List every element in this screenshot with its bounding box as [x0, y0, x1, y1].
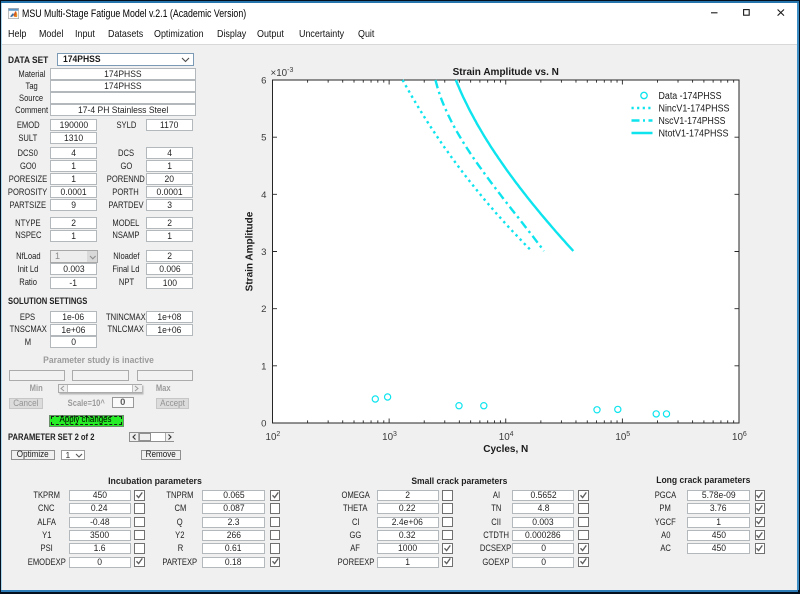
svg-text:Cycles, N: Cycles, N	[483, 444, 528, 455]
svg-text:106: 106	[732, 431, 747, 443]
svg-text:104: 104	[499, 431, 514, 443]
svg-text:NscV1-174PHSS: NscV1-174PHSS	[659, 116, 726, 127]
svg-text:1: 1	[261, 361, 266, 372]
svg-text:4: 4	[261, 190, 267, 201]
svg-text:3: 3	[261, 247, 266, 258]
svg-text:103: 103	[382, 431, 397, 443]
svg-text:105: 105	[615, 431, 630, 443]
svg-text:Strain Amplitude: Strain Amplitude	[245, 211, 256, 291]
svg-text:×10-3: ×10-3	[271, 67, 294, 79]
svg-text:0: 0	[261, 419, 266, 430]
svg-text:Data -174PHSS: Data -174PHSS	[659, 91, 722, 102]
svg-text:NtotV1-174PHSS: NtotV1-174PHSS	[659, 129, 729, 140]
svg-text:6: 6	[261, 76, 266, 87]
svg-text:Strain Amplitude vs. N: Strain Amplitude vs. N	[453, 67, 559, 78]
svg-text:5: 5	[261, 133, 266, 144]
svg-text:NincV1-174PHSS: NincV1-174PHSS	[659, 104, 730, 115]
svg-text:2: 2	[261, 304, 266, 315]
svg-text:102: 102	[266, 431, 281, 443]
